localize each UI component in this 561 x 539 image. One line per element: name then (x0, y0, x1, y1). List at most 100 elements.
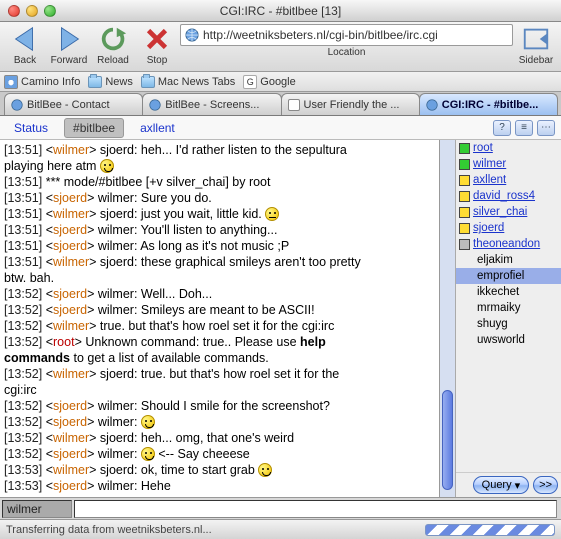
url-text: http://weetniksbeters.nl/cgi-bin/bitlbee… (203, 28, 438, 42)
chat-line: [13:51] *** mode/#bitlbee [+v silver_cha… (4, 174, 435, 190)
go-button[interactable]: >> (533, 476, 558, 494)
nick-item[interactable]: uwsworld (456, 332, 561, 348)
back-button[interactable]: Back (4, 24, 46, 66)
globe-icon (149, 99, 161, 111)
url-field[interactable]: http://weetniksbeters.nl/cgi-bin/bitlbee… (180, 24, 513, 46)
more-button[interactable]: ⋯ (537, 120, 555, 136)
globe-icon (11, 99, 23, 111)
status-box-icon (459, 143, 470, 154)
window-titlebar: CGI:IRC - #bitlbee [13] (0, 0, 561, 22)
smiley-icon (141, 415, 155, 429)
chat-line: [13:53] <sjoerd> wilmer: Hehe (4, 478, 435, 494)
bookmarks-bar: Camino Info News Mac News Tabs GGoogle (0, 72, 561, 92)
chat-line: [13:52] <wilmer> sjoerd: heh... omg, tha… (4, 430, 435, 446)
chat-line: [13:52] <sjoerd> wilmer: Well... Doh... (4, 286, 435, 302)
nick-item[interactable]: emprofiel (456, 268, 561, 284)
chat-line: [13:51] <sjoerd> wilmer: Sure you do. (4, 190, 435, 206)
status-box-icon (459, 191, 470, 202)
tab-cgi-irc[interactable]: CGI:IRC - #bitlbe... (419, 93, 558, 115)
status-box-icon (459, 207, 470, 218)
nick-item[interactable]: shuyg (456, 316, 561, 332)
status-box-icon (459, 239, 470, 250)
chat-line: [13:51] <wilmer> sjoerd: just you wait, … (4, 206, 435, 222)
bookmark-folder-mac-news[interactable]: Mac News Tabs (141, 76, 235, 88)
tab-user-friendly[interactable]: User Friendly the ... (281, 93, 420, 115)
message-input[interactable] (74, 500, 557, 518)
chat-line: [13:51] <wilmer> sjoerd: these graphical… (4, 254, 435, 270)
channel-tab-axllent[interactable]: axllent (132, 119, 183, 137)
progress-indicator (425, 524, 555, 536)
options-button[interactable]: ≡ (515, 120, 533, 136)
chat-line: [13:52] <sjoerd> wilmer: Should I smile … (4, 398, 435, 414)
nick-item[interactable]: root (456, 140, 561, 156)
favicon (288, 99, 300, 111)
folder-icon (141, 76, 155, 88)
channel-tab-bitlbee[interactable]: #bitlbee (64, 118, 124, 138)
nick-item[interactable]: sjoerd (456, 220, 561, 236)
tab-bitlbee-screens[interactable]: BitlBee - Screens... (142, 93, 281, 115)
globe-icon (426, 99, 438, 111)
chat-line: [13:52] <sjoerd> wilmer: <-- Say cheeese (4, 446, 435, 462)
dropdown-icon: ▾ (515, 479, 521, 492)
nick-item[interactable]: david_ross4 (456, 188, 561, 204)
nick-item[interactable]: wilmer (456, 156, 561, 172)
bookmark-camino-info[interactable]: Camino Info (4, 75, 80, 89)
reload-icon (98, 24, 128, 54)
smiley-icon (141, 447, 155, 461)
smiley-icon (258, 463, 272, 477)
query-dropdown[interactable]: Query▾ (473, 476, 530, 494)
chat-line: [13:51] <sjoerd> wilmer: You'll listen t… (4, 222, 435, 238)
chat-line: [13:51] <sjoerd> wilmer: As long as it's… (4, 238, 435, 254)
nick-item[interactable]: axllent (456, 172, 561, 188)
chat-line: [13:52] <wilmer> true. but that's how ro… (4, 318, 435, 334)
chat-log: [13:51] <wilmer> sjoerd: heh... I'd rath… (0, 140, 439, 497)
chat-line: [13:53] <wilmer> sjoerd: ok, time to sta… (4, 462, 435, 478)
globe-icon (185, 28, 199, 42)
irc-channel-tabs: Status #bitlbee axllent ? ≡ ⋯ (0, 116, 561, 140)
window-title: CGI:IRC - #bitlbee [13] (0, 4, 561, 18)
own-nick-field[interactable]: wilmer (2, 500, 72, 518)
status-box-icon (459, 159, 470, 170)
chat-line: commands to get a list of available comm… (4, 350, 435, 366)
status-box-icon (459, 223, 470, 234)
reload-button[interactable]: Reload (92, 24, 134, 66)
chat-line: [13:52] <sjoerd> wilmer: (4, 414, 435, 430)
chat-line: [13:51] <wilmer> sjoerd: heh... I'd rath… (4, 142, 435, 158)
nick-item[interactable]: mrmaiky (456, 300, 561, 316)
chat-line: [13:52] <wilmer> sjoerd: true. but that'… (4, 366, 435, 382)
scroll-thumb[interactable] (442, 390, 453, 490)
smiley-icon (100, 159, 114, 173)
status-text: Transferring data from weetniksbeters.nl… (6, 524, 212, 536)
nick-item[interactable]: ikkechet (456, 284, 561, 300)
chat-line: playing here atm (4, 158, 435, 174)
stop-button[interactable]: Stop (136, 24, 178, 66)
forward-arrow-icon (54, 24, 84, 54)
nick-item[interactable]: theoneandon (456, 236, 561, 252)
tab-bar: BitlBee - Contact BitlBee - Screens... U… (0, 92, 561, 116)
smiley-icon (265, 207, 279, 221)
chat-line: [13:52] <root> Unknown command: true.. P… (4, 334, 435, 350)
stop-icon (142, 24, 172, 54)
nick-list: rootwilmeraxllentdavid_ross4silver_chais… (455, 140, 561, 497)
chat-line: [13:52] <sjoerd> wilmer: Smileys are mea… (4, 302, 435, 318)
status-box-icon (459, 175, 470, 186)
input-row: wilmer (0, 497, 561, 519)
bookmark-google[interactable]: GGoogle (243, 75, 295, 89)
sidebar-icon (521, 24, 551, 54)
status-bar: Transferring data from weetniksbeters.nl… (0, 519, 561, 539)
forward-button[interactable]: Forward (48, 24, 90, 66)
back-arrow-icon (10, 24, 40, 54)
camino-icon (4, 75, 18, 89)
google-icon: G (243, 75, 257, 89)
status-tab[interactable]: Status (6, 119, 56, 137)
chat-scrollbar[interactable] (439, 140, 455, 497)
sidebar-button[interactable]: Sidebar (515, 24, 557, 66)
nick-item[interactable]: silver_chai (456, 204, 561, 220)
tab-bitlbee-contact[interactable]: BitlBee - Contact (4, 93, 143, 115)
chat-line: btw. bah. (4, 270, 435, 286)
help-button[interactable]: ? (493, 120, 511, 136)
browser-toolbar: Back Forward Reload Stop http://weetniks… (0, 22, 561, 72)
chat-line: cgi:irc (4, 382, 435, 398)
bookmark-folder-news[interactable]: News (88, 76, 133, 88)
nick-item[interactable]: eljakim (456, 252, 561, 268)
